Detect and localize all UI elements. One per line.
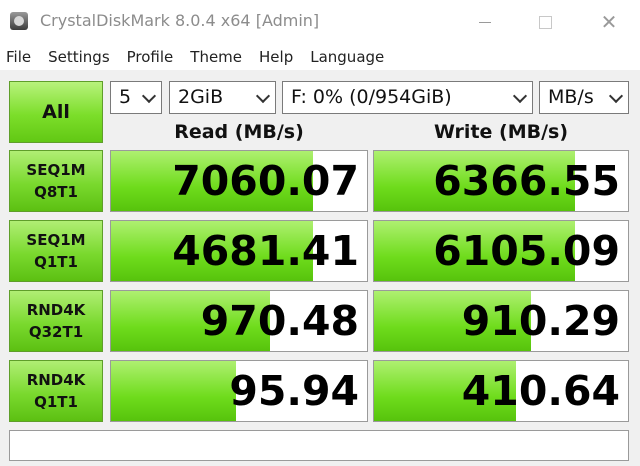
test-label-line2: Q8T1 [34,183,78,201]
size-select[interactable]: 2GiB [169,81,276,114]
unit-value: MB/s [548,86,594,108]
write-value: 910.29 [461,297,620,345]
minimize-button[interactable] [462,4,508,40]
read-value: 7060.07 [172,157,359,205]
close-button[interactable]: ✕ [586,4,632,40]
progress-bar [111,361,237,421]
test-label-line1: RND4K [26,371,86,389]
write-result-seq1m-q1t1: 6105.09 [373,220,629,282]
read-result-rnd4k-q1t1: 95.94 [110,360,368,422]
test-button-rnd4k-q1t1[interactable]: RND4K Q1T1 [9,360,103,422]
count-value: 5 [119,86,132,108]
read-value: 970.48 [200,297,359,345]
chevron-down-icon [608,88,624,104]
all-button[interactable]: All [9,81,103,143]
test-label-line1: RND4K [26,301,86,319]
menu-theme[interactable]: Theme [182,48,251,66]
write-result-rnd4k-q1t1: 410.64 [373,360,629,422]
write-header: Write (MB/s) [433,121,569,143]
maximize-button[interactable] [522,4,568,40]
read-header: Read (MB/s) [174,121,304,143]
chevron-down-icon [141,88,157,104]
menu-settings[interactable]: Settings [40,48,119,66]
test-label-line2: Q32T1 [28,323,84,341]
chevron-down-icon [512,88,528,104]
menu-profile[interactable]: Profile [119,48,183,66]
window-title: CrystalDiskMark 8.0.4 x64 [Admin] [40,11,320,30]
test-label-line2: Q1T1 [34,393,78,411]
unit-select[interactable]: MB/s [539,81,629,114]
menu-language[interactable]: Language [302,48,393,66]
test-button-rnd4k-q32t1[interactable]: RND4K Q32T1 [9,290,103,352]
title-bar: CrystalDiskMark 8.0.4 x64 [Admin] ✕ [0,0,640,44]
read-value: 4681.41 [172,227,359,275]
read-result-seq1m-q8t1: 7060.07 [110,150,368,212]
size-value: 2GiB [178,86,224,108]
write-result-rnd4k-q32t1: 910.29 [373,290,629,352]
write-value: 6366.55 [433,157,620,205]
test-button-seq1m-q8t1[interactable]: SEQ1M Q8T1 [9,150,103,212]
menu-help[interactable]: Help [251,48,302,66]
status-comment-field[interactable] [9,430,629,461]
read-result-rnd4k-q32t1: 970.48 [110,290,368,352]
drive-select[interactable]: F: 0% (0/954GiB) [282,81,533,114]
write-value: 410.64 [461,367,620,415]
test-label-line1: SEQ1M [26,161,86,179]
write-value: 6105.09 [433,227,620,275]
minimize-icon [479,21,491,23]
test-label-line2: Q1T1 [34,253,78,271]
read-value: 95.94 [229,367,359,415]
count-select[interactable]: 5 [110,81,162,114]
write-result-seq1m-q8t1: 6366.55 [373,150,629,212]
menu-file[interactable]: File [0,48,40,66]
close-icon: ✕ [600,10,618,34]
chevron-down-icon [255,88,271,104]
read-result-seq1m-q1t1: 4681.41 [110,220,368,282]
test-label-line1: SEQ1M [26,231,86,249]
menu-bar: File Settings Profile Theme Help Languag… [0,44,640,70]
maximize-icon [538,15,552,29]
test-button-seq1m-q1t1[interactable]: SEQ1M Q1T1 [9,220,103,282]
drive-value: F: 0% (0/954GiB) [291,86,452,108]
app-disk-icon [10,12,28,30]
